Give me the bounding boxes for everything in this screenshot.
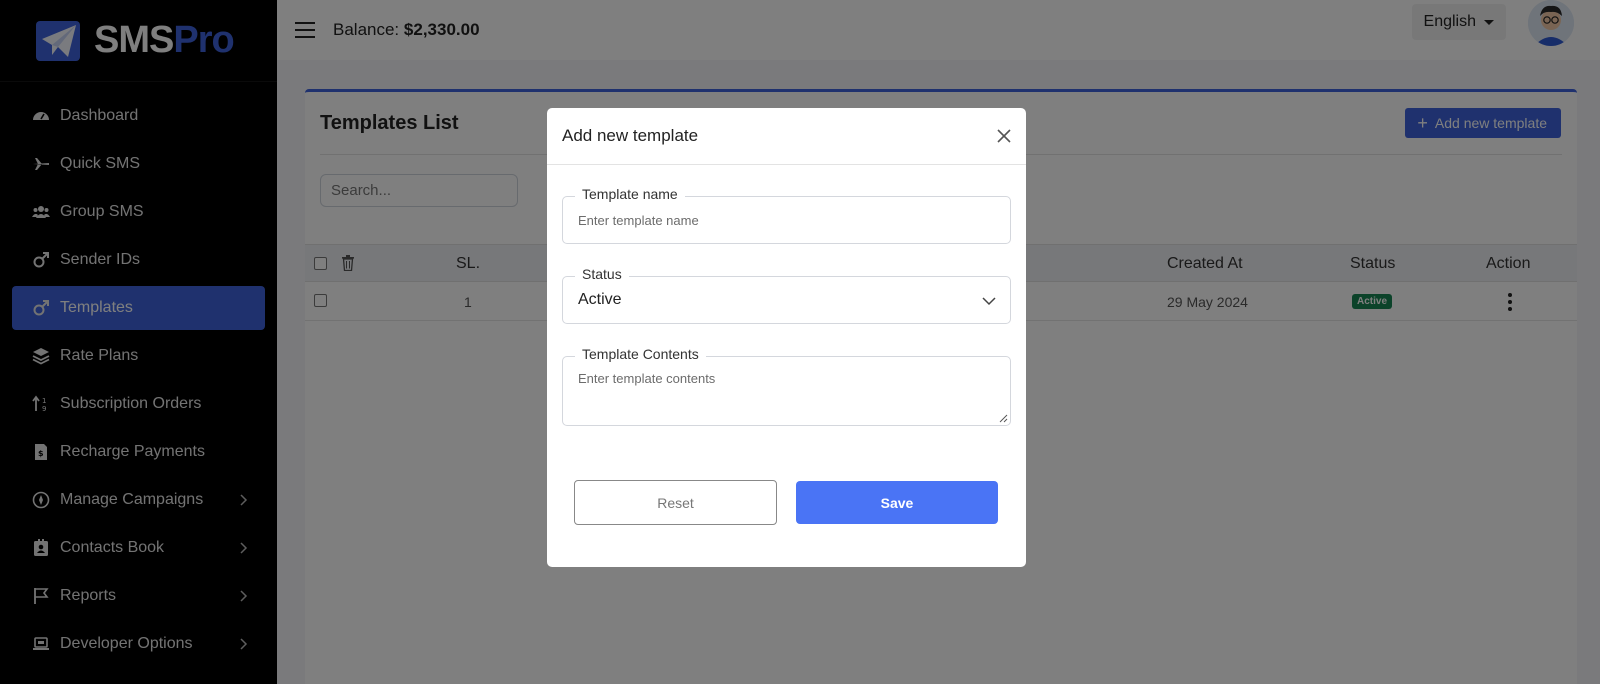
template-name-label: Template name — [575, 186, 685, 202]
close-icon[interactable] — [996, 128, 1012, 144]
save-button[interactable]: Save — [796, 481, 998, 524]
template-name-input[interactable] — [563, 197, 1010, 243]
template-contents-field: Template Contents — [562, 346, 1011, 426]
status-selected-value: Active — [578, 291, 622, 308]
modal-header: Add new template — [547, 108, 1026, 165]
template-contents-label: Template Contents — [575, 346, 706, 362]
resize-handle-icon[interactable] — [998, 413, 1008, 423]
status-select[interactable]: Status Active — [562, 266, 1011, 324]
modal-title: Add new template — [562, 126, 699, 145]
chevron-down-icon — [982, 297, 996, 306]
status-label: Status — [575, 266, 629, 282]
add-template-modal: Add new template Template name Status Ac… — [547, 108, 1026, 567]
template-contents-textarea[interactable] — [563, 357, 1010, 423]
reset-button[interactable]: Reset — [574, 480, 777, 525]
template-name-field: Template name — [562, 186, 1011, 244]
